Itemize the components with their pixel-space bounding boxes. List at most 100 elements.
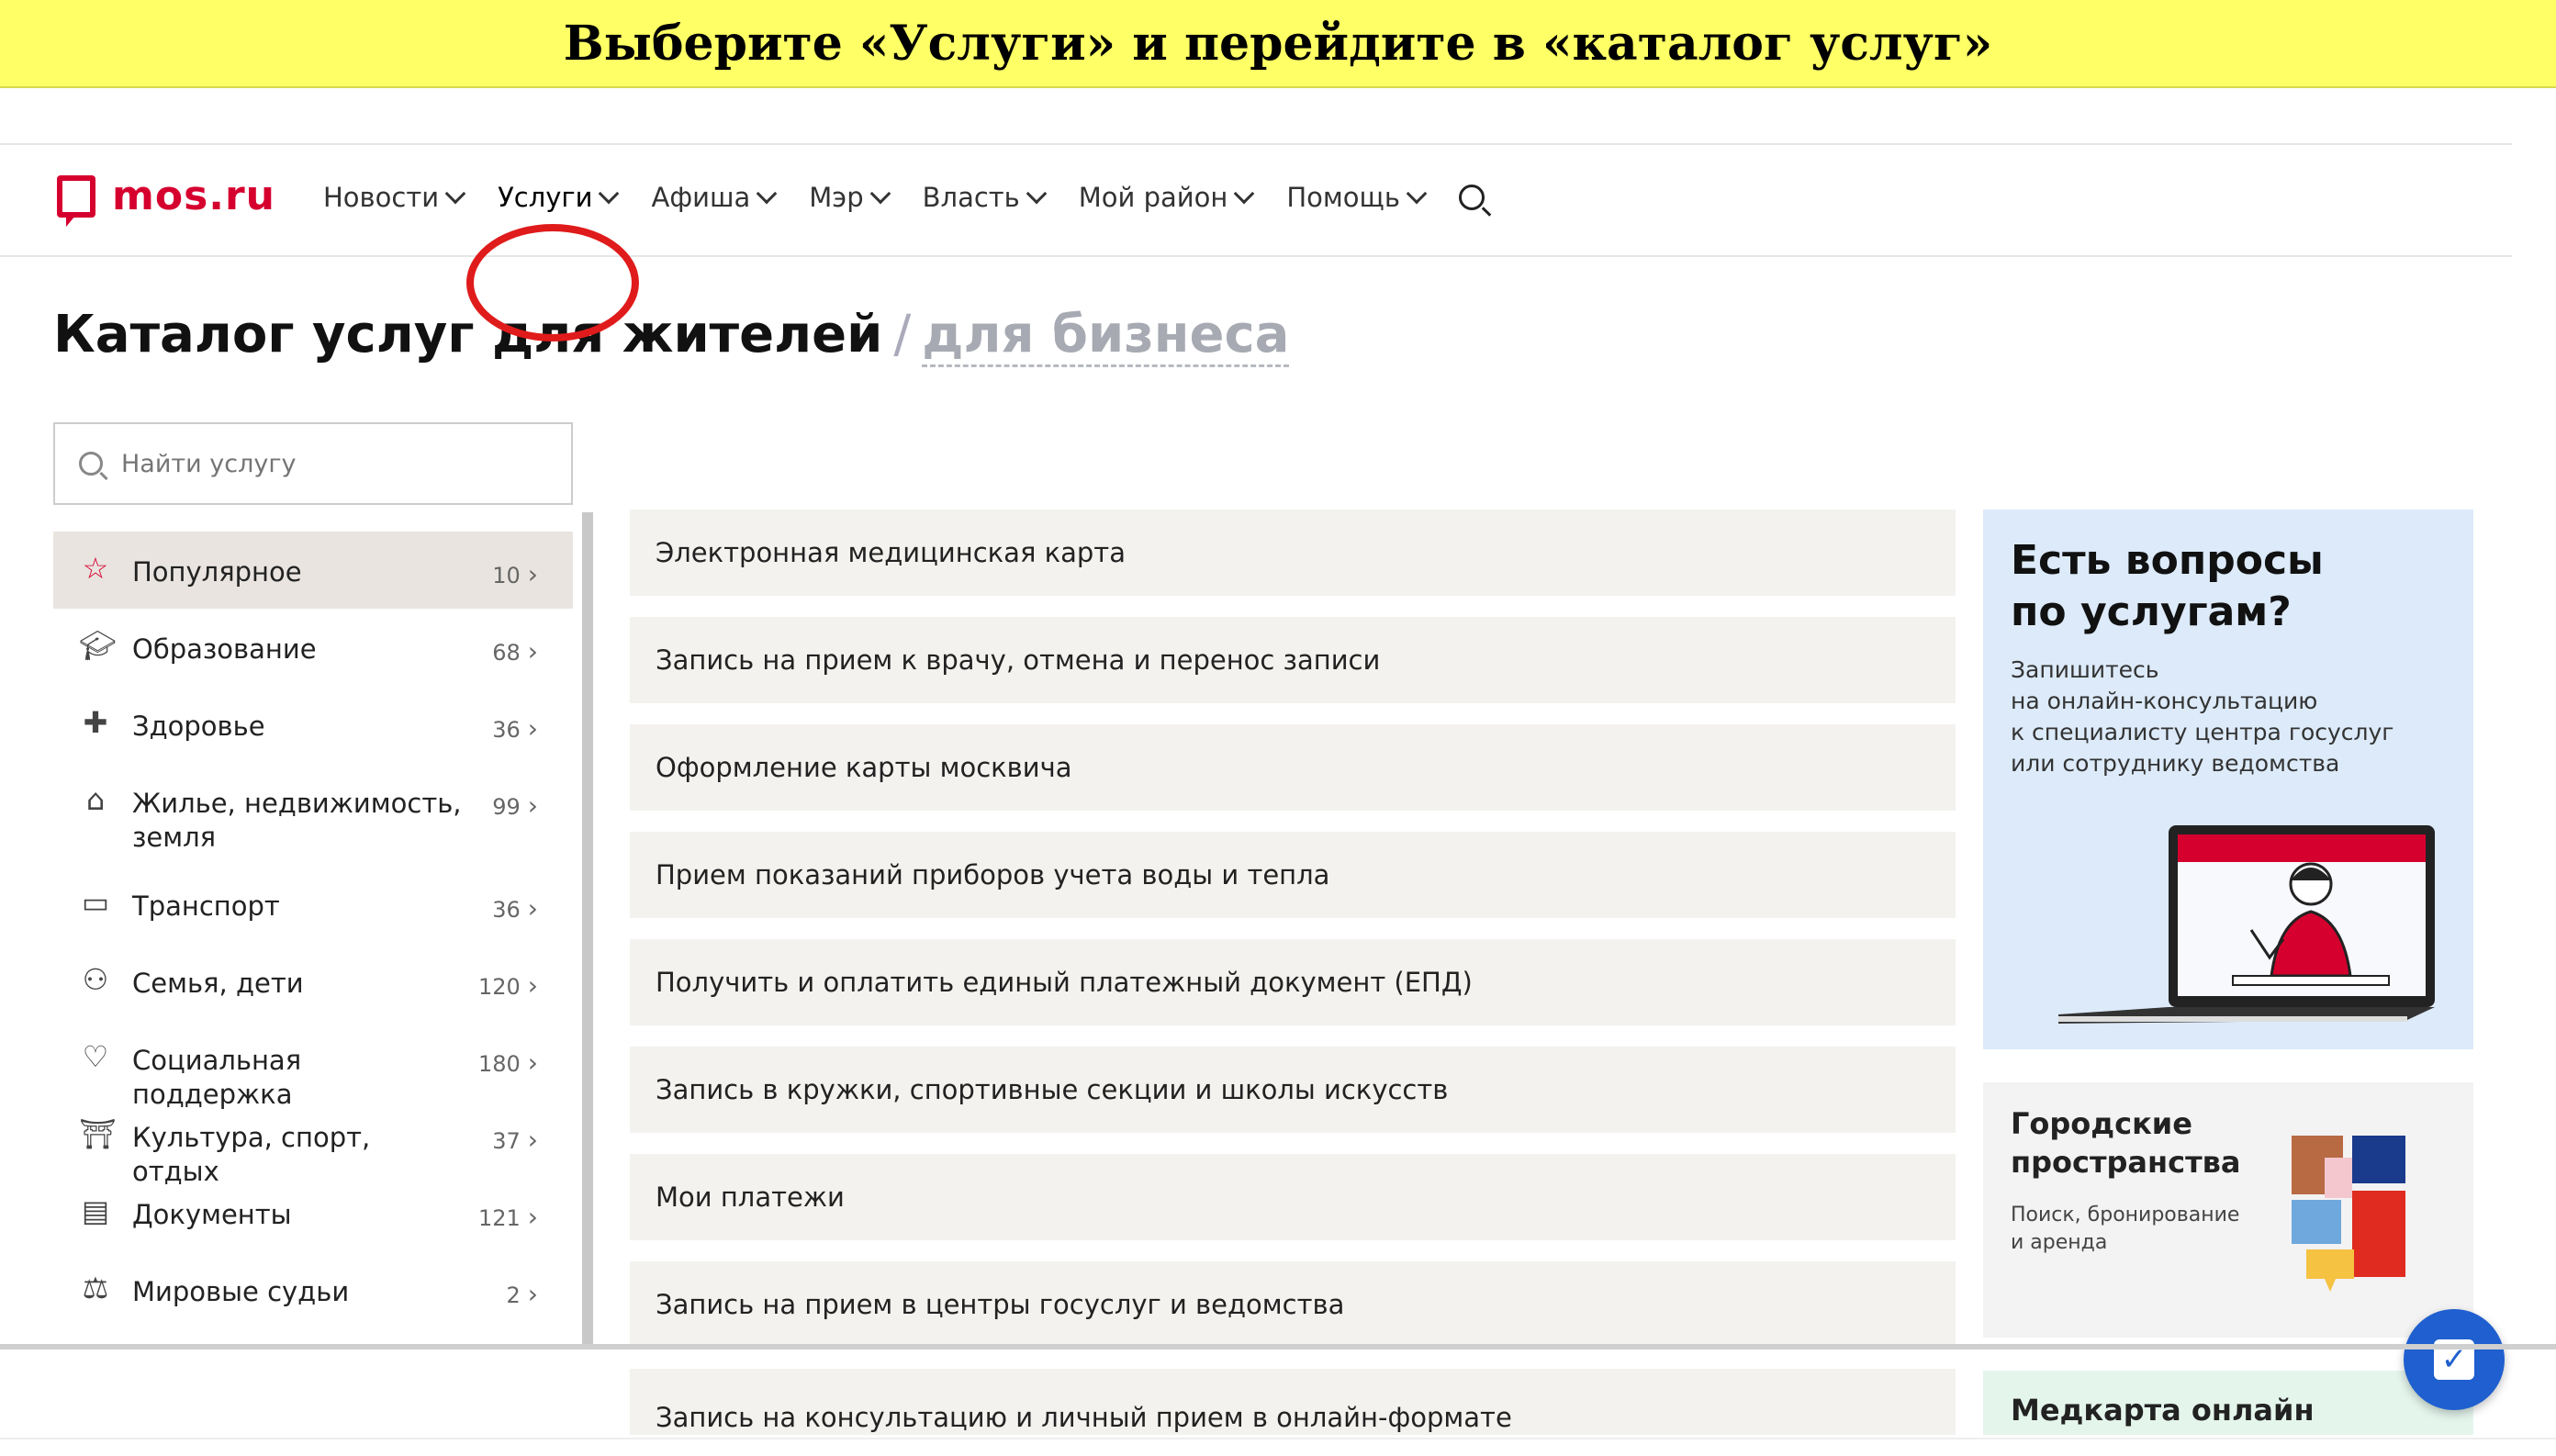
category-popular[interactable]: ☆ Популярное 10	[53, 532, 573, 609]
service-item[interactable]: Прием показаний приборов учета воды и те…	[630, 832, 1956, 918]
service-item[interactable]: Мои платежи	[630, 1154, 1956, 1240]
nav-help-label: Помощь	[1286, 182, 1400, 213]
house-icon: ⌂	[85, 782, 106, 817]
chevron-down-icon	[756, 183, 778, 205]
category-culture[interactable]: ⛩ Культура, спорт, отдых 37	[53, 1097, 573, 1187]
category-transport[interactable]: ▭ Транспорт 36	[53, 866, 573, 943]
search-icon[interactable]	[1458, 185, 1485, 210]
category-education[interactable]: 🎓︎ Образование 68	[53, 609, 573, 686]
nav-services-label: Услуги	[498, 182, 593, 213]
service-item[interactable]: Запись на прием в центры госуслуг и ведо…	[630, 1261, 1956, 1348]
chevron-down-icon	[1234, 183, 1255, 205]
medcard-title: Медкарта онлайн	[2011, 1393, 2315, 1428]
main-nav: Новости Услуги Афиша Мэр Власть Мой райо…	[323, 182, 1485, 213]
category-label: Семья, дети	[132, 968, 304, 999]
museum-icon: ⛩	[79, 1116, 117, 1151]
category-count: 99	[492, 790, 538, 821]
chevron-down-icon	[869, 183, 891, 205]
category-label: Образование	[132, 633, 317, 665]
bus-icon: ▭	[81, 885, 110, 920]
consultation-card-text: Запишитесь на онлайн-консультацию к специа…	[2011, 656, 2394, 777]
instruction-text: Выберите «Услуги» и перейдите в «каталог…	[563, 15, 1993, 72]
category-count: 10	[492, 559, 538, 589]
search-icon	[79, 452, 103, 476]
category-count: 120	[478, 970, 538, 1001]
category-count: 68	[492, 636, 538, 666]
logo-mark-icon	[57, 174, 95, 227]
chevron-down-icon	[1406, 183, 1428, 205]
category-count: 36	[492, 713, 538, 744]
title-residents: Каталог услуг для жителей	[53, 305, 883, 364]
category-label: Здоровье	[132, 711, 265, 742]
service-item[interactable]: Получить и оплатить единый платежный док…	[630, 939, 1956, 1025]
document-icon: ▤	[81, 1193, 110, 1228]
category-count: 37	[492, 1125, 538, 1155]
category-count: 2	[507, 1279, 538, 1309]
city-spaces-text: Поиск, бронирование и аренда	[2011, 1204, 2240, 1254]
category-label: Жилье, недвижимость, земля	[132, 788, 462, 853]
title-business-link[interactable]: для бизнеса	[922, 305, 1290, 367]
laptop-consultant-illustration	[2058, 825, 2435, 1024]
health-cross-icon: ✚	[83, 705, 108, 740]
city-spaces-title: Городские пространства	[2011, 1106, 2241, 1180]
city-spaces-card[interactable]: Городские пространства Поиск, бронировани…	[1983, 1082, 2473, 1338]
nav-afisha-label: Афиша	[651, 182, 751, 213]
service-list: Электронная медицинская карта Запись на …	[630, 510, 1956, 1456]
category-social-support[interactable]: ♡ Социальная поддержка 180	[53, 1020, 573, 1110]
service-item[interactable]: Запись на прием к врачу, отмена и перено…	[630, 617, 1956, 703]
nav-my-district[interactable]: Мой район	[1078, 182, 1255, 213]
category-label: Транспорт	[132, 890, 280, 922]
graduation-cap-icon: 🎓︎	[79, 628, 117, 663]
right-column: Есть вопросы по услугам? Запишитесь на онл…	[1983, 510, 2473, 1435]
category-label: Документы	[132, 1199, 292, 1230]
category-family[interactable]: ⚇ Семья, дети 120	[53, 943, 573, 1020]
highlight-circle	[466, 224, 639, 342]
chevron-down-icon	[599, 183, 620, 205]
service-item[interactable]: Запись на консультацию и личный прием в …	[630, 1369, 1956, 1435]
nav-help[interactable]: Помощь	[1286, 182, 1428, 213]
service-item[interactable]: Оформление карты москвича	[630, 724, 1956, 811]
nav-mayor-label: Мэр	[809, 182, 864, 213]
chevron-down-icon	[444, 183, 466, 205]
nav-afisha[interactable]: Афиша	[651, 182, 778, 213]
page-bottom-divider	[0, 1344, 2556, 1350]
category-list: ☆ Популярное 10 🎓︎ Образование 68 ✚ Здор…	[53, 532, 573, 1328]
category-health[interactable]: ✚ Здоровье 36	[53, 686, 573, 763]
category-count: 36	[492, 893, 538, 924]
page-bottom-line	[0, 1438, 2556, 1439]
category-count: 121	[478, 1202, 538, 1232]
medcard-card[interactable]: Медкарта онлайн	[1983, 1371, 2473, 1435]
nav-government[interactable]: Власть	[922, 182, 1048, 213]
logo-text: mos.ru	[112, 173, 276, 219]
nav-my-district-label: Мой район	[1078, 182, 1228, 213]
service-search-input[interactable]	[119, 448, 545, 479]
nav-government-label: Власть	[922, 182, 1020, 213]
title-separator: /	[893, 305, 912, 364]
mos-ru-logo[interactable]: mos.ru	[57, 173, 276, 227]
category-judges[interactable]: ⚖ Мировые судьи 2	[53, 1251, 573, 1328]
category-scrollbar[interactable]	[582, 512, 593, 1348]
service-item[interactable]: Запись в кружки, спортивные секции и шко…	[630, 1047, 1956, 1133]
service-item[interactable]: Электронная медицинская карта	[630, 510, 1956, 596]
nav-news[interactable]: Новости	[323, 182, 466, 213]
gavel-icon: ⚖	[82, 1271, 109, 1305]
category-documents[interactable]: ▤ Документы 121	[53, 1174, 573, 1251]
heart-icon: ♡	[82, 1039, 109, 1074]
nav-mayor[interactable]: Мэр	[809, 182, 891, 213]
consultation-card-title: Есть вопросы по услугам?	[2011, 537, 2324, 635]
scrollbar-thumb[interactable]	[582, 512, 593, 1348]
site-header: mos.ru Новости Услуги Афиша Мэр Власть М…	[0, 143, 2512, 257]
service-search-box[interactable]	[53, 422, 573, 505]
category-label: Популярное	[132, 556, 302, 588]
family-icon: ⚇	[82, 962, 109, 997]
browser-page: mos.ru Новости Услуги Афиша Мэр Власть М…	[0, 88, 2556, 1443]
city-spaces-tiles-illustration	[2292, 1136, 2405, 1292]
instruction-banner: Выберите «Услуги» и перейдите в «каталог…	[0, 0, 2556, 88]
chevron-down-icon	[1026, 183, 1048, 205]
nav-services[interactable]: Услуги	[498, 182, 620, 213]
nav-news-label: Новости	[323, 182, 440, 213]
feedback-button[interactable]: ✓	[2404, 1309, 2505, 1410]
category-housing[interactable]: ⌂ Жилье, недвижимость, земля 99	[53, 763, 573, 866]
consultation-card[interactable]: Есть вопросы по услугам? Запишитесь на онл…	[1983, 510, 2473, 1049]
page-title: Каталог услуг для жителей / для бизнеса	[53, 305, 1290, 367]
